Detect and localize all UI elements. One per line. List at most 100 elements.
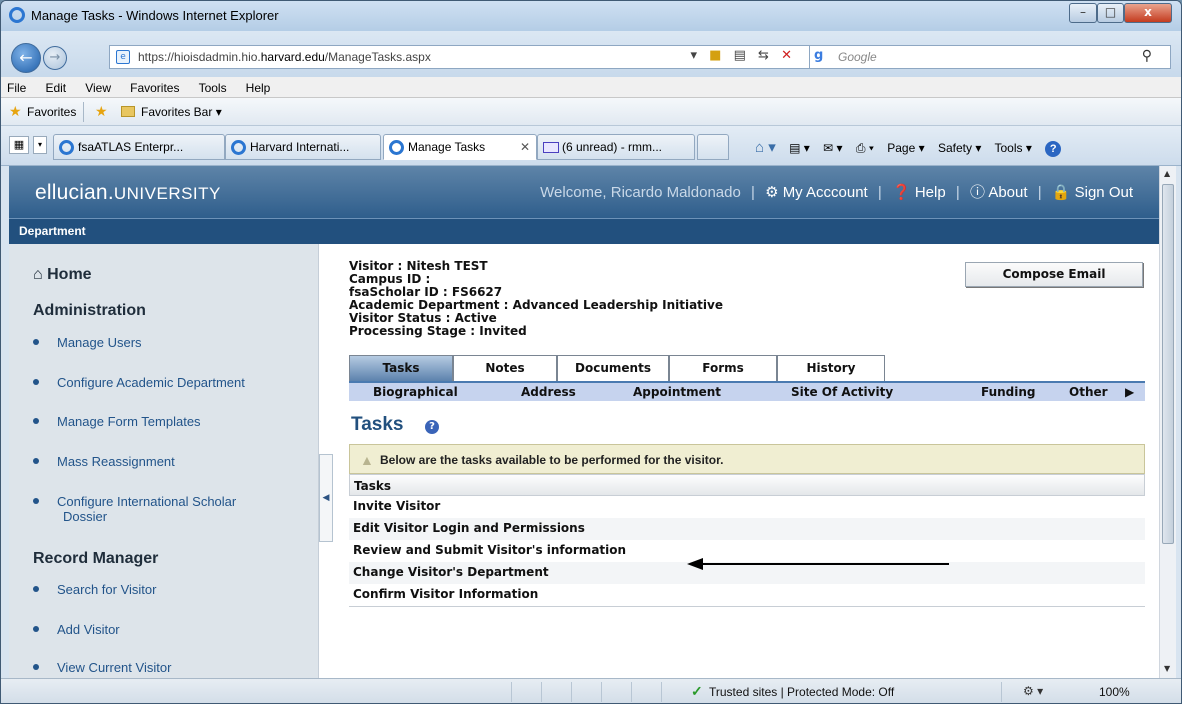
sidebar-item-mass-reassignment[interactable]: Mass Reassignment [33,454,175,469]
back-button[interactable]: ← [11,43,41,73]
stop-icon[interactable]: ✕ [781,48,792,63]
quick-tabs-icon[interactable]: ▦ [9,136,29,154]
zoom-level[interactable]: 100% [1099,685,1130,699]
help-icon[interactable]: ? [1045,141,1062,157]
sidebar-item-configure-department[interactable]: Configure Academic Department [33,375,245,390]
sign-out-link[interactable]: Sign Out [1075,184,1133,201]
task-invite-visitor[interactable]: Invite Visitor [349,496,1145,518]
logo-main: ellucian. [35,181,114,204]
sidebar-item-view-visitor[interactable]: View Current Visitor [33,660,171,675]
compatibility-icon[interactable]: ▤ [734,48,746,63]
scroll-up-icon[interactable]: ▲ [1164,169,1170,178]
browser-tab-fsaatlas[interactable]: fsaATLAS Enterpr... [53,134,225,160]
ie-icon [59,140,74,155]
minimize-button[interactable]: – [1069,3,1097,23]
bullet-icon [33,625,39,632]
google-icon: g [814,48,824,63]
refresh-icon[interactable]: ⇆ [758,48,769,63]
help-icon[interactable]: ? [425,420,439,434]
ie-icon [9,7,25,23]
subtab-other[interactable]: Other [1069,385,1108,399]
about-link[interactable]: About [988,184,1027,201]
browser-tab-manage-tasks[interactable]: Manage Tasks ✕ [383,134,537,160]
bullet-icon [33,663,39,670]
tab-tasks[interactable]: Tasks [349,355,453,381]
sidebar-item-manage-users[interactable]: Manage Users [33,335,142,350]
bullet-icon [33,338,39,345]
close-button[interactable]: x [1124,3,1172,23]
top-nav: Welcome, Ricardo Maldonado | ⚙ My Acccou… [540,181,1133,202]
feeds-icon[interactable]: ▤ ▾ [789,141,810,155]
next-arrow-icon[interactable]: ▶ [1125,385,1134,399]
tab-list-dropdown[interactable]: ▾ [33,136,47,154]
search-box[interactable]: g Google ⚲ [809,45,1171,69]
address-url[interactable]: https://hioisdadmin.hio.harvard.edu/Mana… [138,50,431,64]
favorites-button[interactable]: Favorites [27,105,76,119]
status-bar: ✓ Trusted sites | Protected Mode: Off ⚙ … [1,678,1181,703]
address-bar[interactable]: e https://hioisdadmin.hio.harvard.edu/Ma… [109,45,869,69]
menu-help[interactable]: Help [246,78,271,99]
help-link[interactable]: Help [915,184,946,201]
subtab-site-of-activity[interactable]: Site Of Activity [791,385,893,399]
collapse-sidebar-button[interactable]: ◀ [319,454,333,542]
sidebar-item-form-templates[interactable]: Manage Form Templates [33,414,201,429]
browser-window: Manage Tasks - Windows Internet Explorer… [0,0,1182,704]
security-zone[interactable]: Trusted sites | Protected Mode: Off [709,685,894,699]
bullet-icon [33,417,39,424]
task-confirm-info[interactable]: Confirm Visitor Information [349,584,1145,606]
scroll-down-icon[interactable]: ▼ [1164,664,1170,673]
table-header: Tasks [349,474,1145,496]
forward-button[interactable]: → [43,46,67,70]
close-tab-icon[interactable]: ✕ [520,140,530,154]
page-menu[interactable]: Page ▾ [887,141,924,155]
safety-menu[interactable]: Safety ▾ [938,141,981,155]
favorites-bar-button[interactable]: Favorites Bar ▾ [141,105,222,119]
help-circle-icon: ❓ [891,184,911,201]
tab-notes[interactable]: Notes [453,355,557,381]
vertical-scrollbar[interactable]: ▲ ▼ [1159,166,1176,678]
my-account-link[interactable]: My Acccount [783,184,868,201]
print-icon[interactable]: ⎙ ▾ [856,141,874,155]
menu-file[interactable]: File [7,78,26,99]
sidebar-home[interactable]: ⌂ Home [33,266,92,284]
subtab-biographical[interactable]: Biographical [373,385,458,399]
browser-tab-mail[interactable]: (6 unread) - rmm... [537,134,695,160]
dropdown-icon[interactable]: ▾ [691,48,698,63]
divider: | [955,184,960,201]
read-mail-icon[interactable]: ✉ ▾ [823,141,842,155]
maximize-button[interactable]: □ [1097,3,1124,23]
info-message-text: Below are the tasks available to be perf… [380,453,724,467]
menu-view[interactable]: View [85,78,111,99]
tools-menu[interactable]: Tools ▾ [995,141,1032,155]
search-input[interactable]: Google [838,50,877,64]
tab-history[interactable]: History [777,355,885,381]
menu-tools[interactable]: Tools [199,78,227,99]
privacy-icon[interactable]: ⚙ ▾ [1023,684,1043,698]
subtab-address[interactable]: Address [521,385,576,399]
lock-icon[interactable]: ■ [709,48,721,63]
task-edit-login[interactable]: Edit Visitor Login and Permissions [349,518,1145,540]
compose-email-button[interactable]: Compose Email [965,262,1143,287]
subtab-funding[interactable]: Funding [981,385,1036,399]
tab-forms[interactable]: Forms [669,355,777,381]
sidebar-item-add-visitor[interactable]: Add Visitor [33,622,120,637]
sidebar-item-search-visitor[interactable]: Search for Visitor [33,582,156,597]
gear-icon: ⚙ [765,184,779,201]
favorites-star-icon[interactable]: ★ [9,103,22,120]
menu-edit[interactable]: Edit [45,78,66,99]
divider [571,682,572,702]
scrollbar-thumb[interactable] [1162,184,1174,544]
sidebar-item-scholar-dossier[interactable]: Configure International Scholar Dossier [33,494,236,524]
sidebar-item-label-line2: Dossier [63,509,108,524]
sidebar-item-label: Manage Users [57,335,142,350]
new-tab-button[interactable] [697,134,729,160]
add-favorite-icon[interactable]: ★ [95,103,108,120]
home-icon[interactable]: ⌂ ▾ [755,139,776,156]
tab-documents[interactable]: Documents [557,355,669,381]
subtab-appointment[interactable]: Appointment [633,385,721,399]
browser-tab-harvard[interactable]: Harvard Internati... [225,134,381,160]
search-icon[interactable]: ⚲ [1142,48,1152,64]
logo[interactable]: ellucian.UNIVERSITY [35,181,221,205]
menu-favorites[interactable]: Favorites [130,78,179,99]
department-label[interactable]: Department [19,224,86,238]
